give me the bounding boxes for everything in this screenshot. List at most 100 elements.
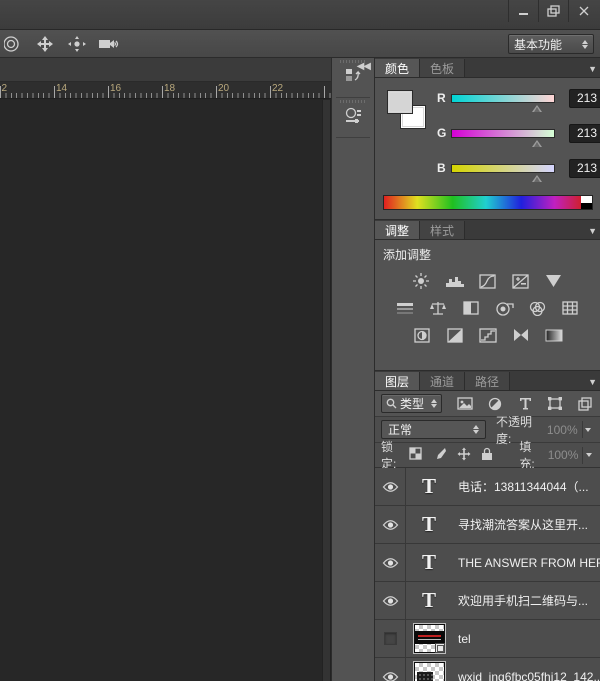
fill-label: 填充: [519, 438, 541, 472]
blend-mode-select[interactable]: 正常 [381, 420, 486, 439]
dock-properties-button[interactable] [336, 98, 370, 138]
visibility-toggle[interactable] [375, 658, 406, 681]
lock-pixels-brush-icon[interactable] [432, 447, 447, 463]
green-value-field[interactable]: 213 [569, 124, 600, 143]
visibility-toggle[interactable] [375, 620, 406, 657]
red-slider-thumb[interactable] [532, 105, 542, 112]
image-layer-thumbnail[interactable] [414, 624, 445, 653]
visibility-toggle[interactable] [375, 468, 406, 505]
layer-row[interactable]: tel [375, 620, 600, 658]
color-panel: R 213 G 213 B 213 [375, 78, 600, 220]
hue-saturation-icon[interactable] [393, 299, 417, 317]
visibility-toggle[interactable] [375, 582, 406, 619]
ruler-label: 12 [0, 83, 7, 94]
image-layer-thumbnail[interactable] [414, 662, 445, 681]
photo-filter-icon[interactable] [492, 299, 516, 317]
panel-menu-icon[interactable]: ▼ [588, 64, 597, 74]
layer-row[interactable]: T 欢迎用手机扫二维码与... [375, 582, 600, 620]
tab-layers[interactable]: 图层 [375, 372, 420, 390]
layer-name[interactable]: 欢迎用手机扫二维码与... [458, 592, 588, 609]
opacity-value[interactable]: 100% [547, 423, 578, 437]
blue-slider[interactable] [451, 164, 555, 173]
target-icon[interactable] [2, 34, 24, 54]
layer-name[interactable]: THE ANSWER FROM HERE [458, 556, 600, 570]
workspace-switcher[interactable]: 基本功能 [508, 34, 594, 54]
shape-layer-filter-icon[interactable] [546, 396, 564, 412]
vertical-scrollbar[interactable] [322, 100, 331, 681]
tab-adjustments[interactable]: 调整 [375, 221, 420, 239]
layer-row[interactable]: T 电话：13811344044（... [375, 468, 600, 506]
restore-button[interactable] [538, 0, 568, 22]
gradient-map-icon[interactable] [542, 326, 566, 344]
color-balance-icon[interactable] [426, 299, 450, 317]
exposure-icon[interactable] [509, 272, 533, 290]
posterize-icon[interactable] [443, 326, 467, 344]
visibility-toggle[interactable] [375, 544, 406, 581]
smart-object-filter-icon[interactable] [576, 396, 594, 412]
curves-icon[interactable] [476, 272, 500, 290]
green-slider-thumb[interactable] [532, 140, 542, 147]
video-camera-icon[interactable] [98, 34, 120, 54]
color-spectrum-ramp[interactable] [383, 195, 593, 210]
opacity-dropdown-icon[interactable] [582, 421, 594, 438]
blue-slider-thumb[interactable] [532, 175, 542, 182]
black-white-icon[interactable] [459, 299, 483, 317]
text-layer-thumbnail[interactable]: T [422, 590, 436, 611]
layer-name[interactable]: wxid_jnq6fbc05fhi12_142... [458, 670, 600, 681]
move-cross-icon[interactable] [34, 34, 56, 54]
tab-paths[interactable]: 路径 [465, 372, 510, 390]
blue-value-field[interactable]: 213 [569, 159, 600, 178]
tab-styles[interactable]: 样式 [420, 221, 465, 239]
panel-menu-icon[interactable]: ▼ [588, 377, 597, 387]
blue-label: B [437, 161, 451, 175]
green-slider[interactable] [451, 129, 555, 138]
visibility-toggle[interactable] [375, 506, 406, 543]
text-layer-thumbnail[interactable]: T [422, 514, 436, 535]
vibrance-icon[interactable] [542, 272, 566, 290]
tab-swatches[interactable]: 色板 [420, 59, 465, 77]
invert-icon[interactable] [410, 326, 434, 344]
pan-3d-icon[interactable] [66, 34, 88, 54]
text-layer-thumbnail[interactable]: T [422, 476, 436, 497]
canvas-area[interactable] [0, 100, 322, 681]
brightness-contrast-icon[interactable] [410, 272, 434, 290]
eye-icon [382, 595, 399, 607]
levels-icon[interactable] [443, 272, 467, 290]
white-black-swatch[interactable] [581, 196, 592, 209]
channel-mixer-icon[interactable] [525, 299, 549, 317]
lock-all-icon[interactable] [481, 447, 493, 464]
fill-value[interactable]: 100% [548, 448, 579, 462]
fill-dropdown-icon[interactable] [582, 447, 594, 464]
red-slider[interactable] [451, 94, 555, 103]
type-layer-filter-icon[interactable] [516, 396, 534, 412]
layer-name[interactable]: tel [458, 632, 471, 646]
tab-channels[interactable]: 通道 [420, 372, 465, 390]
collapsed-panel-dock: ◀◀ [331, 58, 375, 681]
ruler-label: 14 [56, 83, 67, 94]
close-button[interactable] [568, 0, 598, 22]
color-lookup-icon[interactable] [558, 299, 582, 317]
lock-position-icon[interactable] [457, 447, 471, 464]
red-value-field[interactable]: 213 [569, 89, 600, 108]
chevron-updown-icon [431, 399, 437, 408]
layer-row[interactable]: T THE ANSWER FROM HERE [375, 544, 600, 582]
horizontal-ruler[interactable]: 12 14 16 18 20 22 [0, 82, 331, 99]
selective-color-icon[interactable] [509, 326, 533, 344]
filter-kind-select[interactable]: 类型 [381, 394, 442, 413]
tab-color[interactable]: 颜色 [375, 59, 420, 77]
threshold-icon[interactable] [476, 326, 500, 344]
foreground-color-swatch[interactable] [387, 90, 413, 114]
layer-row[interactable]: T 寻找潮流答案从这里开... [375, 506, 600, 544]
layer-name[interactable]: 电话：13811344044（... [458, 478, 589, 495]
dock-history-button[interactable] [336, 58, 370, 98]
layer-row[interactable]: wxid_jnq6fbc05fhi12_142... [375, 658, 600, 681]
minimize-button[interactable] [508, 0, 538, 22]
adjustment-layer-filter-icon[interactable] [486, 396, 504, 412]
qr-code-preview [417, 672, 433, 681]
text-layer-thumbnail[interactable]: T [422, 552, 436, 573]
panel-menu-icon[interactable]: ▼ [588, 226, 597, 236]
pixel-layer-filter-icon[interactable] [456, 396, 474, 412]
layer-name[interactable]: 寻找潮流答案从这里开... [458, 516, 588, 533]
eye-icon [382, 481, 399, 493]
lock-transparency-icon[interactable] [409, 447, 422, 463]
